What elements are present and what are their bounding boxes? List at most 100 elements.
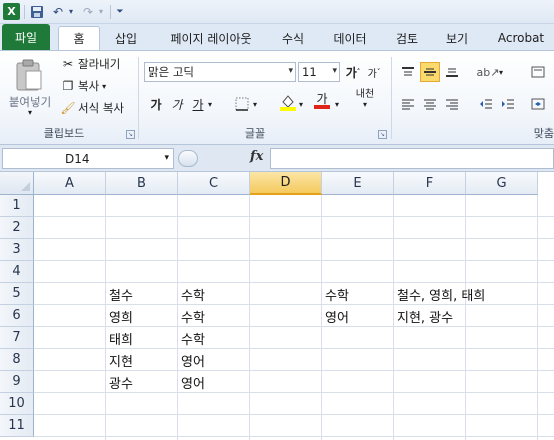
italic-button[interactable]: 가 [167,94,187,114]
tab-acrobat[interactable]: Acrobat [488,26,554,50]
column-header-a[interactable]: A [34,172,106,195]
formula-input[interactable] [270,148,554,169]
paste-dropdown-icon[interactable]: ▾ [12,108,48,117]
tab-review[interactable]: 검토 [386,26,428,50]
cell-c8[interactable]: 영어 [178,349,205,371]
bold-button[interactable]: 가 [146,94,166,114]
column-header-d[interactable]: D [250,172,322,195]
font-group-label: 글꼴 [244,127,266,140]
increase-indent-icon[interactable] [498,94,518,114]
row-header-6[interactable]: 6 [0,305,34,327]
align-bottom-icon[interactable] [442,62,462,82]
borders-icon[interactable] [232,94,252,114]
copy-button[interactable]: ❐ 복사 ▾ [60,78,107,94]
font-name-value: 맑은 고딕 [148,65,194,79]
font-color-dropdown-icon[interactable]: ▾ [332,94,342,114]
font-name-combo[interactable]: 맑은 고딕 ▾ [144,62,296,82]
orientation-icon[interactable]: ab↗ [477,62,500,82]
cell-area[interactable]: 철수 수학 수학 철수, 영희, 태희 영희 수학 영어 지현, 광수 태희 수학 지현 영어 광수 영어 [34,195,554,440]
cell-b9[interactable]: 광수 [106,371,133,393]
format-painter-button[interactable]: 🖌 서식 복사 [60,100,124,116]
font-size-combo[interactable]: 11 ▾ [298,62,340,82]
row-header-10[interactable]: 10 [0,393,34,415]
redo-dropdown-icon[interactable]: ▾ [96,3,106,20]
chevron-down-icon: ▾ [332,66,337,76]
font-launcher-icon[interactable]: ↘ [378,130,387,139]
row-header-1[interactable]: 1 [0,195,34,217]
align-left-icon[interactable] [398,94,418,114]
wrap-text-icon[interactable] [528,62,548,82]
cell-b8[interactable]: 지현 [106,349,133,371]
row-header-8[interactable]: 8 [0,349,34,371]
merge-center-icon[interactable] [528,94,548,114]
cell-e5[interactable]: 수학 [322,283,349,305]
row-header-4[interactable]: 4 [0,261,34,283]
scissors-icon: ✂ [62,57,74,71]
cell-c5[interactable]: 수학 [178,283,205,305]
phonetic-dropdown-icon: ▾ [362,100,367,109]
clipboard-group-label: 클립보드 [43,127,85,140]
cell-b6[interactable]: 영희 [106,305,133,327]
cell-c7[interactable]: 수학 [178,327,205,349]
row-header-11[interactable]: 11 [0,415,34,437]
align-middle-icon[interactable] [420,62,440,82]
formula-bar-resize-handle[interactable] [178,150,198,167]
undo-icon[interactable]: ↶ [50,3,66,20]
insert-function-icon[interactable]: fx [250,149,263,164]
undo-dropdown-icon[interactable]: ▾ [66,3,76,20]
align-right-icon[interactable] [442,94,462,114]
copy-icon: ❐ [62,79,74,93]
shrink-font-icon[interactable]: 가 ˅ [364,62,384,82]
save-icon[interactable] [29,3,45,20]
align-top-icon[interactable] [398,62,418,82]
row-header-7[interactable]: 7 [0,327,34,349]
cell-b7[interactable]: 태희 [106,327,133,349]
cell-f6[interactable]: 지현, 광수 [394,305,453,327]
font-color-button[interactable]: 가 [312,91,332,111]
clipboard-launcher-icon[interactable]: ↘ [126,130,135,139]
row-header-2[interactable]: 2 [0,217,34,239]
column-header-f[interactable]: F [394,172,466,195]
worksheet-grid: ABCDEFG 1 2 3 4 5 6 7 8 9 10 11 철수 수학 수학 철수, 영희, 태희 영희… [0,172,554,440]
cell-f5[interactable]: 철수, 영희, 태희 [394,283,485,305]
group-divider [138,57,139,139]
tab-home[interactable]: 홈 [58,26,100,50]
phonetic-guide-button[interactable]: 내천 ▾ [352,85,378,115]
customize-qat-icon[interactable]: ⏷ [114,3,126,20]
redo-icon[interactable]: ↷ [80,3,96,20]
cell-c6[interactable]: 수학 [178,305,205,327]
borders-dropdown-icon[interactable]: ▾ [250,94,260,114]
align-center-icon[interactable] [420,94,440,114]
column-header-g[interactable]: G [466,172,538,195]
row-header-3[interactable]: 3 [0,239,34,261]
cell-e6[interactable]: 영어 [322,305,349,327]
chevron-down-icon: ▾ [288,66,293,76]
name-box[interactable]: D14 ▾ [2,148,174,169]
fill-color-dropdown-icon[interactable]: ▾ [296,94,306,114]
tab-view[interactable]: 보기 [436,26,478,50]
column-header-b[interactable]: B [106,172,178,195]
tab-data[interactable]: 데이터 [324,26,376,50]
cell-c9[interactable]: 영어 [178,371,205,393]
column-header-e[interactable]: E [322,172,394,195]
underline-dropdown-icon[interactable]: ▾ [205,94,215,114]
paste-icon[interactable] [12,57,46,93]
chevron-down-icon[interactable]: ▾ [164,153,169,163]
row-header-9[interactable]: 9 [0,371,34,393]
cell-b5[interactable]: 철수 [106,283,133,305]
brush-icon: 🖌 [60,101,76,115]
tab-page-layout[interactable]: 페이지 레이아웃 [158,26,264,50]
row-header-5[interactable]: 5 [0,283,34,305]
excel-logo-icon[interactable]: X [3,3,20,20]
column-header-c[interactable]: C [178,172,250,195]
orientation-dropdown-icon[interactable]: ▾ [496,62,506,82]
tab-formulas[interactable]: 수식 [272,26,314,50]
grow-font-icon[interactable]: 가 ˄ [343,62,363,82]
decrease-indent-icon[interactable] [476,94,496,114]
tab-insert[interactable]: 삽입 [106,26,146,50]
cut-button[interactable]: ✂ 잘라내기 [60,56,120,72]
tab-file[interactable]: 파일 [2,24,50,50]
copy-dropdown-icon[interactable]: ▾ [102,82,106,91]
fill-color-icon[interactable] [278,92,298,112]
select-all-button[interactable] [0,172,34,195]
